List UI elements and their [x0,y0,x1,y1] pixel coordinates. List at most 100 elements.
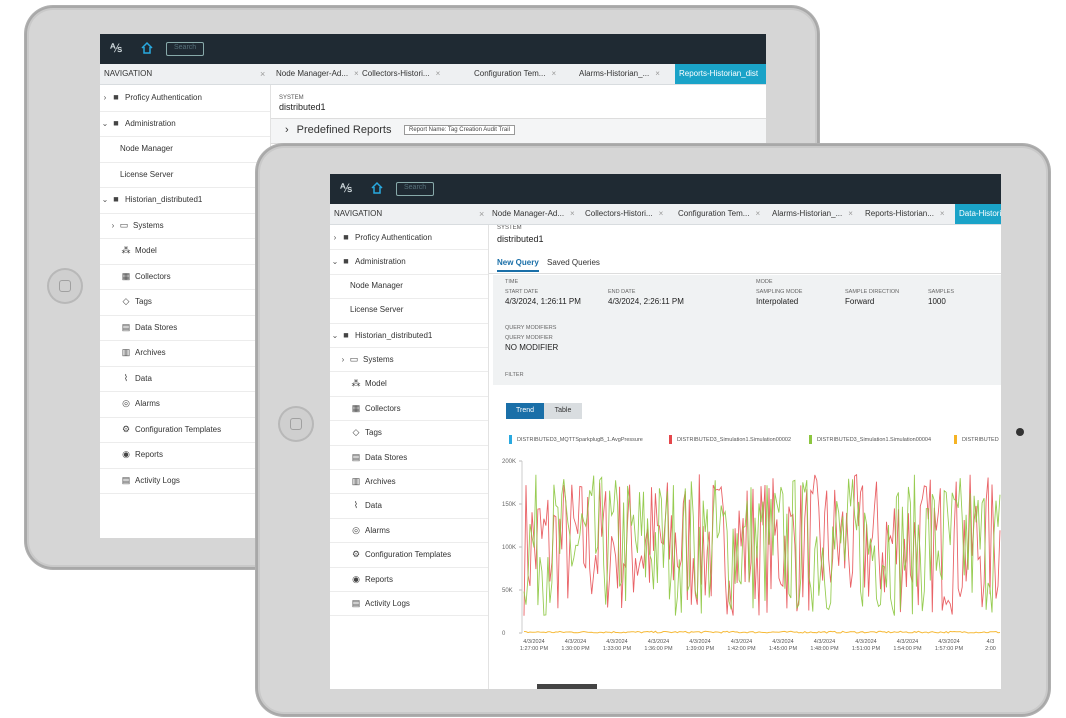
sidebar-item[interactable]: ▥ Archives [330,469,488,495]
sidebar-item[interactable]: ▦ Collectors [330,396,488,422]
tab-new-query[interactable]: New Query [497,258,539,272]
model-icon: ⁂ [351,378,361,389]
close-icon[interactable]: × [755,209,760,218]
sidebar-item[interactable]: ▤ Data Stores [330,445,488,470]
sidebar-item[interactable]: ⚙ Configuration Templates [100,417,270,443]
series-line [523,474,1001,616]
tab-data[interactable]: Data-Histori [955,204,1001,224]
tab-reports[interactable]: Reports-Historian... × [865,204,945,224]
y-tick-label: 50K [502,588,513,594]
chevron-right-icon[interactable]: › [338,348,348,372]
sidebar-item[interactable]: ⌇ Data [100,366,270,392]
sidebar-item[interactable]: ▤ Activity Logs [330,591,488,617]
legend-item[interactable]: DISTRIBUTED [954,435,999,444]
sidebar-item[interactable]: ⌄ ■ Historian_distributed1 [100,187,270,214]
sidebar-item[interactable]: › ■ Proficy Authentication [100,85,270,112]
tab-collectors[interactable]: Collectors-Histori... × [585,204,663,224]
sidebar-item[interactable]: ◎ Alarms [330,518,488,544]
tab-alarms[interactable]: Alarms-Historian_... × [772,204,853,224]
legend-item[interactable]: DISTRIBUTED3_Simulation1.Simulation00002 [669,435,791,444]
end-date-value[interactable]: 4/3/2024, 2:26:11 PM [608,297,684,306]
legend-item[interactable]: DISTRIBUTED3_Simulation1.Simulation00004 [809,435,931,444]
chevron-down-icon[interactable]: ⌄ [330,250,340,274]
close-icon[interactable]: × [260,64,265,84]
legend-item[interactable]: DISTRIBUTED3_MQTTSparkplugB_1.AvgPressur… [509,435,643,444]
reports-icon: ◉ [122,449,130,459]
chevron-right-icon[interactable]: › [330,226,340,250]
sidebar-item[interactable]: ⌇ Data [330,493,488,519]
sidebar-item[interactable]: ◇ Tags [100,289,270,316]
tab-collectors[interactable]: Collectors-Histori... × [362,64,440,84]
chevron-down-icon[interactable]: ⌄ [100,111,110,137]
sidebar-item[interactable]: › ▭ Systems [330,347,488,373]
legend-swatch [954,435,957,444]
close-icon[interactable]: × [570,209,575,218]
home-icon[interactable] [370,181,384,195]
sidebar-item[interactable]: ▥ Archives [100,340,270,367]
sidebar-item[interactable]: ⚙ Configuration Templates [330,542,488,568]
sidebar-item-label: Data Stores [135,322,178,332]
tab-alarms[interactable]: Alarms-Historian_... × [579,64,660,84]
chevron-right-icon[interactable]: › [100,85,110,111]
report-name-chip[interactable]: Report Name: Tag Creation Audit Trail [404,125,515,135]
sidebar-item[interactable]: › ▭ Systems [100,213,270,239]
close-icon[interactable]: × [940,209,945,218]
tab-configuration[interactable]: Configuration Tem... × [678,204,760,224]
sidebar-item[interactable]: ⌄ ■ Administration [330,249,488,275]
sidebar-item[interactable]: ⌄ ■ Administration [100,111,270,137]
system-value: distributed1 [279,102,326,112]
sidebar-item-label: Proficy Authentication [355,233,432,242]
close-icon[interactable]: × [848,209,853,218]
samples-value[interactable]: 1000 [928,297,946,306]
model-icon: ⁂ [121,245,131,255]
query-modifier-value[interactable]: NO MODIFIER [505,343,558,352]
chevron-down-icon[interactable]: ⌄ [330,324,340,348]
sidebar-item[interactable]: ▤ Data Stores [100,315,270,341]
time-label: TIME [505,279,519,285]
sidebar-item[interactable]: Node Manager [330,274,488,300]
sidebar-item-label: Historian_distributed1 [125,195,203,204]
tab-reports[interactable]: Reports-Historian_dist [675,64,766,84]
query-modifier-label: QUERY MODIFIER [505,335,553,341]
predefined-reports-bar[interactable]: › Predefined Reports Report Name: Tag Cre… [271,118,766,144]
tab-node-manager[interactable]: Node Manager-Ad... × [276,64,359,84]
home-icon[interactable] [140,41,154,55]
sidebar-item-label: Model [365,379,387,389]
tab-saved-queries[interactable]: Saved Queries [547,258,600,267]
sidebar-item[interactable]: ◇ Tags [330,420,488,446]
sidebar-item[interactable]: › ■ Proficy Authentication [330,225,488,251]
tab-configuration[interactable]: Configuration Tem... × [474,64,556,84]
search-input[interactable]: Search [396,182,434,196]
sidebar-item[interactable]: License Server [100,162,270,188]
sidebar-item[interactable]: ⌄ ■ Historian_distributed1 [330,323,488,348]
sidebar-item[interactable]: ⁂ Model [100,238,270,265]
sidebar-item[interactable]: ▤ Activity Logs [100,468,270,494]
close-icon[interactable]: × [659,209,664,218]
sampling-mode-value[interactable]: Interpolated [756,297,798,306]
sidebar-item[interactable]: ◉ Reports [100,442,270,469]
close-icon[interactable]: × [354,69,359,78]
close-icon[interactable]: × [479,204,484,224]
start-date-value[interactable]: 4/3/2024, 1:26:11 PM [505,297,581,306]
close-icon[interactable]: × [655,69,660,78]
sample-direction-value[interactable]: Forward [845,297,874,306]
trend-toggle[interactable]: Trend [506,403,544,419]
sidebar-item[interactable]: ⁂ Model [330,371,488,397]
sidebar-item[interactable]: ◉ Reports [330,567,488,592]
collectors-icon: ▦ [121,270,131,281]
chevron-down-icon[interactable]: ⌄ [100,187,110,213]
sidebar-item[interactable]: Node Manager [100,136,270,163]
folder-icon: ■ [113,92,119,102]
back-sidebar: › ■ Proficy Authentication ⌄ ■ Administration… [100,85,270,538]
chevron-right-icon[interactable]: › [108,213,118,239]
tab-node-manager[interactable]: Node Manager-Ad... × [492,204,575,224]
close-icon[interactable]: × [551,69,556,78]
table-toggle[interactable]: Table [544,403,582,419]
close-icon[interactable]: × [436,69,441,78]
sidebar-item[interactable]: ◎ Alarms [100,391,270,418]
search-input[interactable]: Search [166,42,204,56]
end-date-label: END DATE [608,289,636,295]
sidebar-item[interactable]: License Server [330,298,488,324]
front-content: SYSTEM distributed1 New Query Saved Quer… [489,225,1001,689]
sidebar-item[interactable]: ▦ Collectors [100,264,270,290]
